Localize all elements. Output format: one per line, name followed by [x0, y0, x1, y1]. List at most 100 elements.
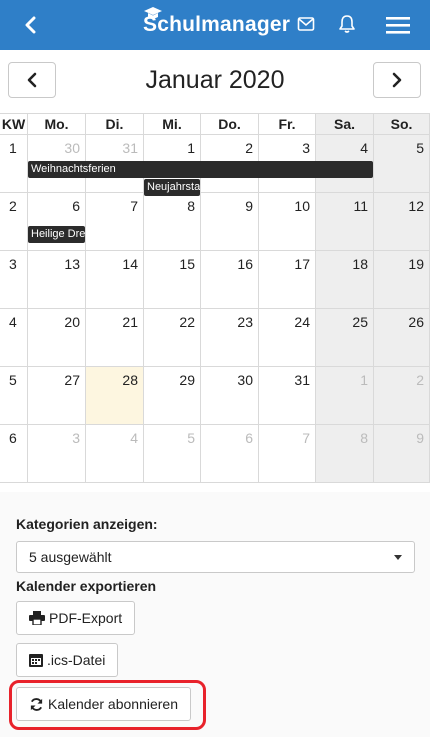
day-number: 1	[360, 372, 368, 388]
day-cell[interactable]: 11	[316, 193, 374, 251]
calendar-event[interactable]: Neujahrstag	[144, 179, 200, 196]
day-cell[interactable]: 15	[144, 251, 201, 309]
week-number-cell: 1	[0, 135, 28, 193]
day-number: 1	[187, 140, 195, 156]
weekday-header: Do.	[201, 113, 259, 135]
weekday-header: Mi.	[144, 113, 201, 135]
envelope-icon	[297, 17, 315, 31]
day-number: 19	[408, 256, 424, 272]
weekday-header: Fr.	[259, 113, 316, 135]
day-cell[interactable]: 23	[201, 309, 259, 367]
week-number-cell: 4	[0, 309, 28, 367]
day-number: 22	[179, 314, 195, 330]
day-cell[interactable]: 3	[28, 425, 86, 483]
categories-label: Kategorien anzeigen:	[16, 516, 158, 532]
day-cell[interactable]: 5	[144, 425, 201, 483]
day-cell[interactable]: 8	[144, 193, 201, 251]
day-number: 29	[179, 372, 195, 388]
day-cell[interactable]: 20	[28, 309, 86, 367]
day-cell[interactable]: 5	[374, 135, 430, 193]
week-number: 4	[9, 314, 17, 330]
chevron-left-icon	[25, 16, 36, 34]
day-number: 13	[64, 256, 80, 272]
day-cell[interactable]: 21	[86, 309, 144, 367]
day-number: 4	[130, 430, 138, 446]
day-cell[interactable]: 13	[28, 251, 86, 309]
hamburger-menu-button[interactable]	[386, 15, 410, 35]
day-number: 2	[416, 372, 424, 388]
day-cell[interactable]: 8	[316, 425, 374, 483]
day-cell[interactable]: 27	[28, 367, 86, 425]
day-cell[interactable]: 7	[86, 193, 144, 251]
week-number: 2	[9, 198, 17, 214]
day-number: 26	[408, 314, 424, 330]
weekday-header: Mo.	[28, 113, 86, 135]
day-cell[interactable]: 14	[86, 251, 144, 309]
day-cell[interactable]: 9	[374, 425, 430, 483]
week-number-header: KW	[0, 113, 28, 135]
hamburger-icon	[386, 17, 410, 34]
day-cell[interactable]: 4	[86, 425, 144, 483]
day-number: 24	[294, 314, 310, 330]
categories-select[interactable]: 5 ausgewählt	[16, 541, 415, 573]
day-cell[interactable]: 7	[259, 425, 316, 483]
calendar-icon	[29, 653, 43, 667]
day-cell[interactable]: 26	[374, 309, 430, 367]
day-number: 20	[64, 314, 80, 330]
day-number: 31	[122, 140, 138, 156]
day-cell[interactable]: 18	[316, 251, 374, 309]
day-number: 16	[237, 256, 253, 272]
day-number: 6	[245, 430, 253, 446]
day-cell[interactable]: 10	[259, 193, 316, 251]
day-cell[interactable]: 19	[374, 251, 430, 309]
calendar-event[interactable]: Heilige Drei Könige	[28, 226, 85, 243]
day-cell[interactable]: 25	[316, 309, 374, 367]
day-cell[interactable]: 1	[316, 367, 374, 425]
day-number: 18	[352, 256, 368, 272]
pdf-export-button[interactable]: PDF-Export	[16, 601, 136, 635]
messages-button[interactable]	[297, 16, 317, 36]
day-cell[interactable]: 12	[374, 193, 430, 251]
subscribe-calendar-button[interactable]: Kalender abonnieren	[16, 687, 191, 721]
refresh-icon	[29, 697, 44, 712]
day-number: 17	[294, 256, 310, 272]
weekday-header: Sa.	[316, 113, 374, 135]
day-cell[interactable]: 9	[201, 193, 259, 251]
day-cell[interactable]: 29	[144, 367, 201, 425]
day-cell[interactable]: 30	[201, 367, 259, 425]
notifications-button[interactable]	[338, 14, 358, 36]
previous-month-button[interactable]	[8, 62, 56, 98]
day-number: 5	[416, 140, 424, 156]
day-cell[interactable]: 2	[374, 367, 430, 425]
week-number: 1	[9, 140, 17, 156]
day-cell[interactable]: 31	[259, 367, 316, 425]
day-number: 15	[179, 256, 195, 272]
chevron-left-icon	[27, 72, 37, 88]
ics-file-button[interactable]: .ics-Datei	[16, 643, 119, 677]
day-number: 5	[187, 430, 195, 446]
day-number: 6	[72, 198, 80, 214]
caret-down-icon	[394, 555, 402, 560]
day-cell[interactable]: 17	[259, 251, 316, 309]
day-cell[interactable]: 24	[259, 309, 316, 367]
day-number: 3	[72, 430, 80, 446]
next-month-button[interactable]	[373, 62, 421, 98]
day-number: 11	[353, 198, 368, 214]
ics-file-label: .ics-Datei	[47, 652, 106, 668]
day-number: 14	[122, 256, 138, 272]
back-button[interactable]	[18, 12, 44, 38]
day-cell[interactable]: 16	[201, 251, 259, 309]
day-number: 8	[187, 198, 195, 214]
week-number-cell: 5	[0, 367, 28, 425]
categories-selected-value: 5 ausgewählt	[29, 549, 112, 565]
day-number: 23	[237, 314, 253, 330]
day-cell[interactable]: 28	[86, 367, 144, 425]
day-cell[interactable]: 6	[201, 425, 259, 483]
day-number: 9	[416, 430, 424, 446]
day-number: 25	[352, 314, 368, 330]
calendar-event[interactable]: Weihnachtsferien	[28, 161, 373, 178]
month-title: Januar 2020	[145, 66, 285, 94]
week-number: 3	[9, 256, 17, 272]
day-cell[interactable]: 22	[144, 309, 201, 367]
day-number: 8	[360, 430, 368, 446]
